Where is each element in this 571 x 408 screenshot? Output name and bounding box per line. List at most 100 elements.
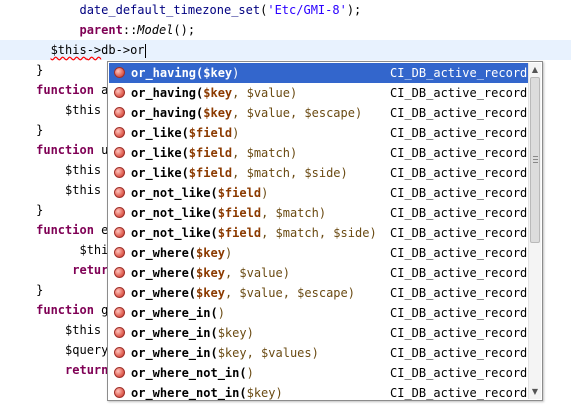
first-parameter: $key (196, 246, 225, 260)
first-parameter: $key (196, 266, 225, 280)
method-name: or_where_in( (131, 346, 218, 360)
close-paren: ) (289, 146, 298, 160)
first-parameter: $key (203, 86, 233, 100)
autocomplete-popup[interactable]: or_having($key) CI_DB_active_record or_hav… (107, 61, 543, 401)
method-signature: or_having($key, $value) (131, 83, 297, 103)
method-name: or_having( (131, 106, 204, 120)
method-name: or_where_not_in( (131, 386, 247, 400)
close-paren: ) (217, 306, 225, 320)
scrollbar-thumb[interactable] (530, 77, 540, 243)
first-parameter: $field (188, 126, 233, 140)
suggestion-item[interactable]: or_not_like($field, $match, $side) CI_DB_… (109, 223, 529, 243)
parameters: , $value (232, 86, 290, 100)
owner-class: CI_DB_active_record (390, 346, 528, 360)
method-signature: or_where($key) (131, 243, 232, 263)
owner-class: CI_DB_active_record (390, 126, 528, 140)
method-icon (114, 147, 125, 158)
first-parameter: $field (217, 226, 262, 240)
method-name: or_not_like( (131, 206, 218, 220)
method-icon (114, 387, 125, 398)
class-name: Model (137, 23, 174, 37)
method-signature: or_where($key, $value) (131, 263, 290, 283)
close-paren: ) (224, 246, 233, 260)
method-signature: or_where_in($key, $values) (131, 343, 319, 363)
parameters: $key, $values (217, 346, 312, 360)
current-code-line[interactable]: $this->db->or (0, 40, 571, 60)
suggestion-item[interactable]: or_like($field, $match, $side) CI_DB_acti… (109, 163, 529, 183)
parameters: , $match (232, 146, 290, 160)
method-signature: or_having($key, $value, $escape) (131, 103, 362, 123)
suggestion-item[interactable]: or_where($key) CI_DB_active_record (109, 243, 529, 263)
first-parameter: $key (196, 286, 225, 300)
suggestion-item[interactable]: or_having($key) CI_DB_active_record (109, 63, 529, 83)
close-paren: ) (347, 286, 355, 300)
method-icon (114, 207, 125, 218)
method-icon (114, 67, 125, 78)
suggestion-item[interactable]: or_where_not_in($key) CI_DB_active_record (109, 383, 529, 400)
function-call: date_default_timezone_set (79, 3, 261, 17)
code-line: parent::Model(); (79, 23, 196, 37)
method-name: or_where_in( (131, 306, 218, 320)
method-signature: or_like($field) (131, 123, 239, 143)
owner-class: CI_DB_active_record (390, 326, 528, 340)
method-signature: or_not_like($field, $match, $side) (131, 223, 377, 243)
this-variable: $this (50, 43, 87, 57)
code-line: date_default_timezone_set('Etc/GMI-8'); (79, 3, 362, 17)
first-parameter: $field (217, 206, 262, 220)
method-signature: or_not_like($field, $match) (131, 203, 326, 223)
method-name: or_like( (131, 146, 189, 160)
method-name: or_not_like( (131, 226, 218, 240)
method-signature: or_where_not_in($key) (131, 383, 283, 400)
parameters: , $match (261, 206, 319, 220)
suggestion-item[interactable]: or_where_not_in() CI_DB_active_record (109, 363, 529, 383)
owner-class: CI_DB_active_record (390, 106, 528, 120)
method-icon (114, 307, 125, 318)
owner-class: CI_DB_active_record (390, 266, 528, 280)
suggestion-item[interactable]: or_having($key, $value, $escape) CI_DB_ac… (109, 103, 529, 123)
close-paren: ) (282, 266, 290, 280)
parameters: $key (246, 386, 276, 400)
method-name: or_not_like( (131, 186, 218, 200)
method-name: or_where( (131, 246, 197, 260)
text-cursor (144, 43, 146, 58)
suggestion-item[interactable]: or_where_in() CI_DB_active_record (109, 303, 529, 323)
suggestion-item[interactable]: or_where($key, $value) CI_DB_active_recor… (109, 263, 529, 283)
method-signature: or_where_in($key) (131, 323, 254, 343)
owner-class: CI_DB_active_record (390, 366, 528, 380)
method-icon (114, 227, 125, 238)
suggestion-item[interactable]: or_not_like($field, $match) CI_DB_active_… (109, 203, 529, 223)
close-paren: ) (369, 226, 377, 240)
suggestion-item[interactable]: or_like($field) CI_DB_active_record (109, 123, 529, 143)
method-signature: or_where($key, $value, $escape) (131, 283, 355, 303)
suggestion-item[interactable]: or_where_in($key, $values) CI_DB_active_r… (109, 343, 529, 363)
suggestion-item[interactable]: or_where_in($key) CI_DB_active_record (109, 323, 529, 343)
method-signature: or_having($key) (131, 63, 239, 83)
method-name: or_having( (131, 86, 204, 100)
owner-class: CI_DB_active_record (390, 246, 528, 260)
close-paren: ) (311, 346, 319, 360)
popup-scrollbar[interactable]: ▲ ▼ (528, 63, 541, 399)
suggestion-item[interactable]: or_not_like($field) CI_DB_active_record (109, 183, 529, 203)
first-parameter: $field (188, 146, 233, 160)
suggestion-item[interactable]: or_having($key, $value) CI_DB_active_reco… (109, 83, 529, 103)
method-icon (114, 87, 125, 98)
owner-class: CI_DB_active_record (390, 86, 528, 100)
suggestion-item[interactable]: or_like($field, $match) CI_DB_active_reco… (109, 143, 529, 163)
owner-class: CI_DB_active_record (390, 386, 528, 400)
scroll-down-icon[interactable]: ▼ (529, 385, 541, 399)
suggestion-item[interactable]: or_where($key, $value, $escape) CI_DB_act… (109, 283, 529, 303)
close-paren: ) (289, 86, 298, 100)
close-paren: ) (232, 66, 240, 80)
method-icon (114, 287, 125, 298)
keyword: parent (79, 23, 123, 37)
method-signature: or_where_not_in() (131, 363, 254, 383)
method-signature: or_where_in() (131, 303, 225, 323)
close-paren: ) (261, 186, 269, 200)
close-paren: ) (246, 326, 254, 340)
first-parameter: $key (203, 106, 233, 120)
close-paren: ) (275, 386, 283, 400)
owner-class: CI_DB_active_record (390, 166, 528, 180)
scroll-up-icon[interactable]: ▲ (529, 63, 541, 77)
first-parameter: $field (188, 166, 233, 180)
owner-class: CI_DB_active_record (390, 66, 528, 80)
